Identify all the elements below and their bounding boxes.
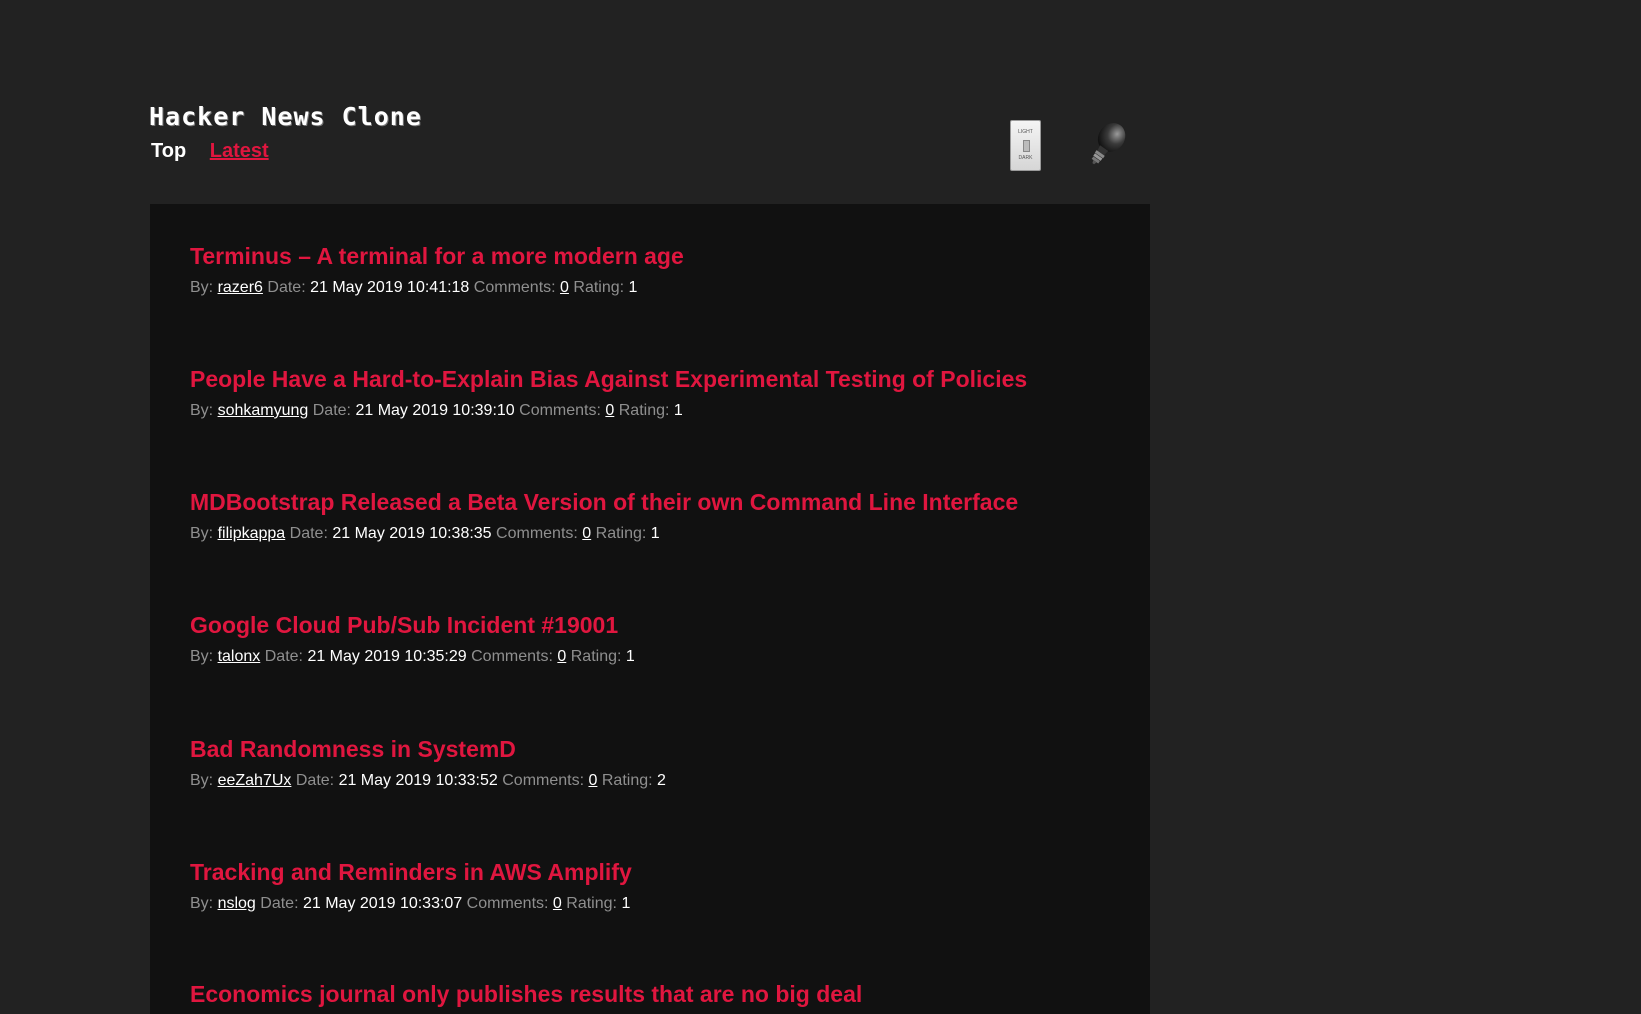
date-value: 21 May 2019 10:38:35: [332, 525, 492, 542]
date-value: 21 May 2019 10:39:10: [355, 402, 515, 419]
date-label: Date:: [267, 279, 306, 296]
by-label: By:: [190, 895, 214, 912]
nav-top-link[interactable]: Top: [151, 140, 186, 163]
switch-light-label: LIGHT: [1018, 129, 1033, 135]
date-label: Date:: [312, 402, 351, 419]
story-title-link[interactable]: Economics journal only publishes results…: [190, 980, 1130, 1008]
story-title-link[interactable]: Terminus – A terminal for a more modern …: [190, 242, 1130, 270]
rating-label: Rating:: [573, 279, 625, 296]
header: Hacker News Clone Top Latest LIGHT DARK: [149, 102, 1150, 197]
date-value: 21 May 2019 10:35:29: [307, 648, 467, 665]
rating-label: Rating:: [570, 648, 622, 665]
rating-value: 1: [628, 279, 638, 296]
by-label: By:: [190, 648, 214, 665]
story-title-link[interactable]: People Have a Hard-to-Explain Bias Again…: [190, 365, 1130, 393]
story-list: Terminus – A terminal for a more modern …: [150, 204, 1150, 1014]
story-meta: By: filipkappa Date: 21 May 2019 10:38:3…: [190, 524, 1130, 544]
comments-link[interactable]: 0: [557, 648, 566, 665]
rating-value: 1: [650, 525, 660, 542]
story-item: Bad Randomness in SystemD By: eeZah7Ux D…: [190, 735, 1130, 791]
story-title-link[interactable]: MDBootstrap Released a Beta Version of t…: [190, 488, 1130, 516]
story-meta: By: razer6 Date: 21 May 2019 10:41:18 Co…: [190, 278, 1130, 298]
comments-link[interactable]: 0: [582, 525, 591, 542]
by-label: By:: [190, 402, 214, 419]
story-meta: By: eeZah7Ux Date: 21 May 2019 10:33:52 …: [190, 771, 1130, 791]
nav-latest-link[interactable]: Latest: [210, 140, 269, 163]
author-link[interactable]: filipkappa: [218, 525, 286, 542]
comments-link[interactable]: 0: [589, 772, 598, 789]
date-label: Date:: [260, 895, 299, 912]
author-link[interactable]: talonx: [218, 648, 261, 665]
comments-link[interactable]: 0: [605, 402, 614, 419]
rating-value: 2: [657, 772, 666, 789]
light-switch-icon[interactable]: LIGHT DARK: [1010, 120, 1041, 171]
date-label: Date:: [289, 525, 328, 542]
story-item: Economics journal only publishes results…: [190, 980, 1130, 1008]
by-label: By:: [190, 279, 214, 296]
rating-label: Rating:: [601, 772, 653, 789]
rating-value: 1: [673, 402, 683, 419]
story-item: People Have a Hard-to-Explain Bias Again…: [190, 365, 1130, 421]
switch-dark-label: DARK: [1018, 155, 1033, 161]
comments-link[interactable]: 0: [560, 279, 569, 296]
rating-label: Rating:: [566, 895, 617, 912]
story-item: Google Cloud Pub/Sub Incident #19001 By:…: [190, 611, 1130, 667]
author-link[interactable]: eeZah7Ux: [218, 772, 292, 789]
rating-label: Rating:: [595, 525, 647, 542]
comments-label: Comments:: [496, 525, 578, 542]
author-link[interactable]: nslog: [218, 895, 256, 912]
comments-label: Comments:: [466, 895, 549, 912]
author-link[interactable]: sohkamyung: [218, 402, 309, 419]
story-title-link[interactable]: Bad Randomness in SystemD: [190, 735, 1130, 763]
date-value: 21 May 2019 10:41:18: [310, 279, 470, 296]
story-meta: By: talonx Date: 21 May 2019 10:35:29 Co…: [190, 647, 1130, 667]
story-title-link[interactable]: Google Cloud Pub/Sub Incident #19001: [190, 611, 1130, 639]
date-value: 21 May 2019 10:33:07: [302, 895, 463, 912]
story-meta: By: nslog Date: 21 May 2019 10:33:07 Com…: [190, 894, 1130, 914]
site-title: Hacker News Clone: [149, 102, 422, 131]
date-label: Date:: [295, 772, 335, 789]
date-label: Date:: [264, 648, 303, 665]
rating-value: 1: [621, 895, 631, 912]
story-meta: By: sohkamyung Date: 21 May 2019 10:39:1…: [190, 401, 1130, 421]
story-item: MDBootstrap Released a Beta Version of t…: [190, 488, 1130, 544]
light-bulb-icon: [1091, 123, 1126, 165]
story-item: Tracking and Reminders in AWS Amplify By…: [190, 858, 1130, 914]
main-nav: Top Latest: [151, 140, 269, 163]
author-link[interactable]: razer6: [218, 279, 263, 296]
comments-label: Comments:: [502, 772, 585, 789]
comments-label: Comments:: [471, 648, 553, 665]
by-label: By:: [190, 772, 214, 789]
comments-link[interactable]: 0: [553, 895, 562, 912]
date-value: 21 May 2019 10:33:52: [338, 772, 498, 789]
switch-toggle: [1023, 140, 1030, 152]
story-title-link[interactable]: Tracking and Reminders in AWS Amplify: [190, 858, 1130, 886]
comments-label: Comments:: [473, 279, 556, 296]
comments-label: Comments:: [519, 402, 601, 419]
rating-value: 1: [625, 648, 635, 665]
story-item: Terminus – A terminal for a more modern …: [190, 242, 1130, 298]
rating-label: Rating:: [618, 402, 670, 419]
by-label: By:: [190, 525, 214, 542]
